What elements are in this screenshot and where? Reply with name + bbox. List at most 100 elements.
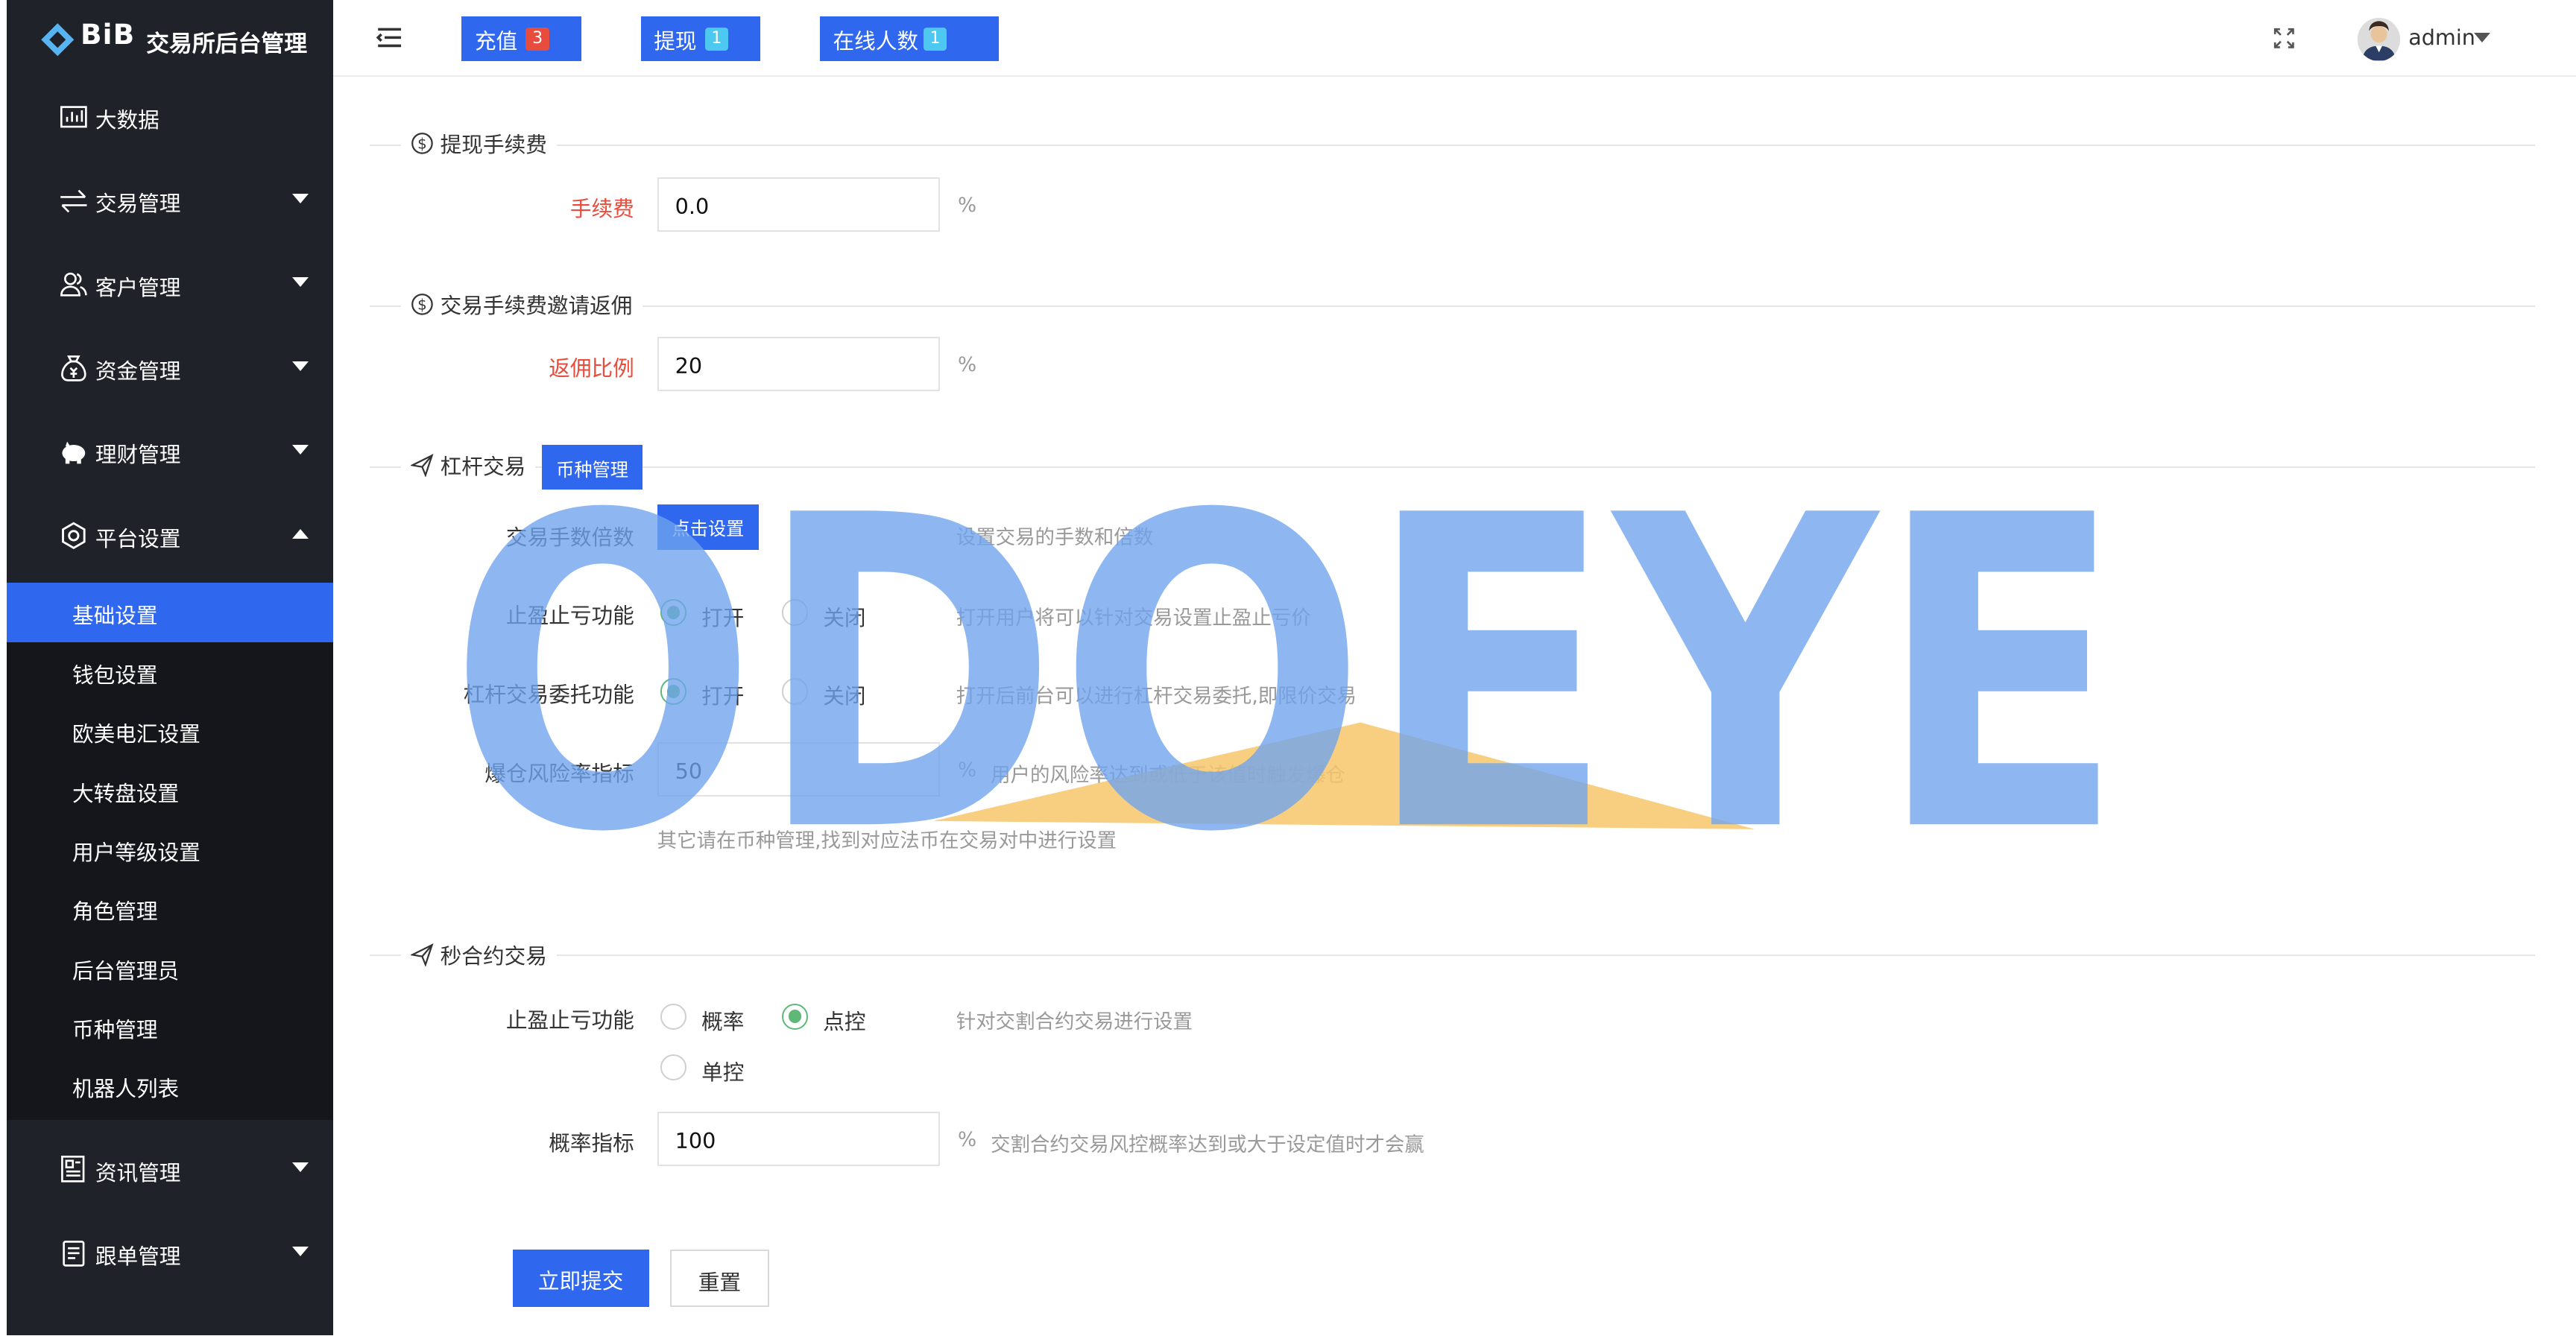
submenu-item-label: 币种管理 bbox=[72, 1016, 158, 1042]
leverage-tpsl-on-radio[interactable] bbox=[660, 599, 687, 626]
sidebar-item-funds[interactable]: 资金管理 bbox=[7, 327, 334, 409]
sidebar: BiB 交易所后台管理 大数据 交易管理 客户管理 资金管理 理财管理 平台设置… bbox=[6, 0, 334, 1335]
leverage-tpsl-off-radio[interactable] bbox=[782, 599, 809, 626]
sidebar-item-trade[interactable]: 交易管理 bbox=[7, 159, 334, 241]
submenu-item-label: 用户等级设置 bbox=[72, 839, 201, 865]
rebate-unit: % bbox=[957, 352, 977, 376]
money-bag-icon bbox=[61, 355, 86, 382]
contract-tpsl-hint: 针对交割合约交易进行设置 bbox=[956, 1010, 1193, 1033]
svg-text:$: $ bbox=[417, 297, 427, 314]
logo[interactable]: BiB 交易所后台管理 bbox=[7, 0, 334, 75]
fee-unit: % bbox=[957, 194, 977, 218]
send-icon bbox=[411, 454, 434, 478]
submenu-item-label: 欧美电汇设置 bbox=[72, 721, 201, 747]
submenu-item-basic-settings[interactable]: 基础设置 bbox=[6, 583, 334, 642]
submenu-item-label: 角色管理 bbox=[72, 899, 158, 925]
caret-up-icon bbox=[292, 528, 309, 539]
multiplier-hint: 设置交易的手数和倍数 bbox=[956, 525, 1154, 549]
sidebar-item-customers[interactable]: 客户管理 bbox=[7, 243, 334, 325]
section-title-text: 交易手续费邀请返佣 bbox=[440, 292, 633, 318]
entrust-off-radio[interactable] bbox=[782, 678, 809, 705]
radio-label: 概率 bbox=[701, 1008, 745, 1034]
piggy-bank-icon bbox=[62, 441, 86, 464]
submenu-item-roles[interactable]: 角色管理 bbox=[7, 878, 334, 937]
leverage-other-note: 其它请在币种管理,找到对应法币在交易对中进行设置 bbox=[657, 829, 1117, 853]
submenu-item-wheel-settings[interactable]: 大转盘设置 bbox=[7, 760, 334, 819]
radio-label: 打开 bbox=[701, 604, 745, 630]
probability-radio[interactable] bbox=[660, 1003, 687, 1030]
submenu-item-label: 基础设置 bbox=[72, 603, 158, 629]
news-icon bbox=[61, 1156, 85, 1183]
radio-label: 点控 bbox=[823, 1008, 866, 1034]
dollar-icon: $ bbox=[411, 133, 433, 155]
fee-input[interactable]: 0.0 bbox=[657, 177, 940, 232]
probability-input[interactable]: 100 bbox=[657, 1112, 940, 1166]
submenu-item-user-level[interactable]: 用户等级设置 bbox=[7, 820, 334, 878]
button-label: 重置 bbox=[698, 1270, 742, 1296]
username[interactable]: admin bbox=[2408, 25, 2475, 50]
section-divider bbox=[369, 954, 2535, 956]
sidebar-item-label: 跟单管理 bbox=[95, 1244, 181, 1270]
send-icon bbox=[411, 943, 434, 967]
probability-label: 概率指标 bbox=[549, 1130, 634, 1156]
submenu-item-wallet-settings[interactable]: 钱包设置 bbox=[7, 642, 334, 701]
entrust-on-radio[interactable] bbox=[660, 678, 687, 705]
section-divider bbox=[369, 144, 2535, 147]
submenu-item-admins[interactable]: 后台管理员 bbox=[7, 938, 334, 997]
withdraw-button[interactable]: 提现 1 bbox=[640, 16, 761, 61]
recharge-count-badge: 3 bbox=[525, 28, 549, 51]
button-label: 立即提交 bbox=[537, 1268, 624, 1294]
radio-label: 打开 bbox=[701, 683, 745, 709]
multiplier-settings-button[interactable]: 点击设置 bbox=[657, 504, 760, 551]
single-control-radio[interactable] bbox=[660, 1054, 687, 1081]
point-control-radio[interactable] bbox=[782, 1003, 809, 1030]
submenu-item-coins[interactable]: 币种管理 bbox=[7, 997, 334, 1056]
button-label: 币种管理 bbox=[556, 458, 629, 481]
caret-down-icon bbox=[292, 194, 309, 203]
chart-icon bbox=[60, 105, 88, 128]
reset-button[interactable]: 重置 bbox=[670, 1250, 769, 1308]
rebate-ratio-input[interactable]: 20 bbox=[657, 336, 940, 391]
risk-rate-input[interactable]: 50 bbox=[657, 742, 940, 797]
sidebar-item-label: 资金管理 bbox=[95, 358, 181, 384]
logo-text: BiB bbox=[80, 18, 136, 51]
submenu-item-label: 后台管理员 bbox=[72, 957, 180, 984]
sidebar-item-news[interactable]: 资讯管理 bbox=[7, 1128, 334, 1210]
button-label: 点击设置 bbox=[672, 517, 745, 539]
submit-button[interactable]: 立即提交 bbox=[512, 1250, 649, 1308]
submenu-item-wire-settings[interactable]: 欧美电汇设置 bbox=[7, 701, 334, 760]
sidebar-item-copy-trade[interactable]: 跟单管理 bbox=[7, 1212, 334, 1294]
multiplier-label: 交易手数倍数 bbox=[505, 524, 634, 550]
submenu-item-robots[interactable]: 机器人列表 bbox=[7, 1056, 334, 1115]
caret-down-icon bbox=[292, 361, 309, 371]
coin-manage-button[interactable]: 币种管理 bbox=[542, 445, 643, 490]
sidebar-item-bigdata[interactable]: 大数据 bbox=[7, 75, 334, 157]
submenu-item-label: 钱包设置 bbox=[72, 662, 158, 688]
caret-down-icon bbox=[292, 1246, 309, 1256]
rebate-ratio-label: 返佣比例 bbox=[549, 355, 634, 381]
withdraw-label: 提现 bbox=[654, 28, 697, 54]
recharge-label: 充值 bbox=[474, 28, 518, 54]
caret-down-icon[interactable] bbox=[2474, 33, 2491, 42]
sidebar-item-label: 资讯管理 bbox=[95, 1159, 181, 1185]
avatar[interactable] bbox=[2357, 18, 2401, 61]
exchange-icon bbox=[60, 189, 87, 213]
fullscreen-icon[interactable] bbox=[2273, 28, 2295, 49]
document-icon bbox=[63, 1240, 85, 1267]
risk-rate-hint: 用户的风险率达到或低于该值时触发爆仓 bbox=[991, 764, 1345, 788]
sidebar-item-platform-settings[interactable]: 平台设置 bbox=[7, 494, 334, 576]
sidebar-item-finance[interactable]: 理财管理 bbox=[7, 411, 334, 493]
online-users-button[interactable]: 在线人数 1 bbox=[819, 16, 1000, 61]
menu-collapse-icon[interactable] bbox=[376, 26, 402, 49]
radio-label: 关闭 bbox=[823, 604, 866, 630]
sidebar-item-label: 平台设置 bbox=[95, 525, 181, 551]
svg-text:$: $ bbox=[417, 136, 427, 153]
submenu-item-label: 机器人列表 bbox=[72, 1076, 180, 1102]
user-avatar-icon bbox=[2357, 18, 2401, 61]
sidebar-item-label: 交易管理 bbox=[95, 191, 181, 217]
dollar-icon: $ bbox=[411, 294, 433, 316]
section-title-text: 杠杆交易 bbox=[440, 453, 526, 479]
radio-label: 单控 bbox=[701, 1060, 745, 1086]
section-title-rebate: $ 交易手续费邀请返佣 bbox=[400, 288, 643, 322]
recharge-button[interactable]: 充值 3 bbox=[461, 16, 582, 61]
